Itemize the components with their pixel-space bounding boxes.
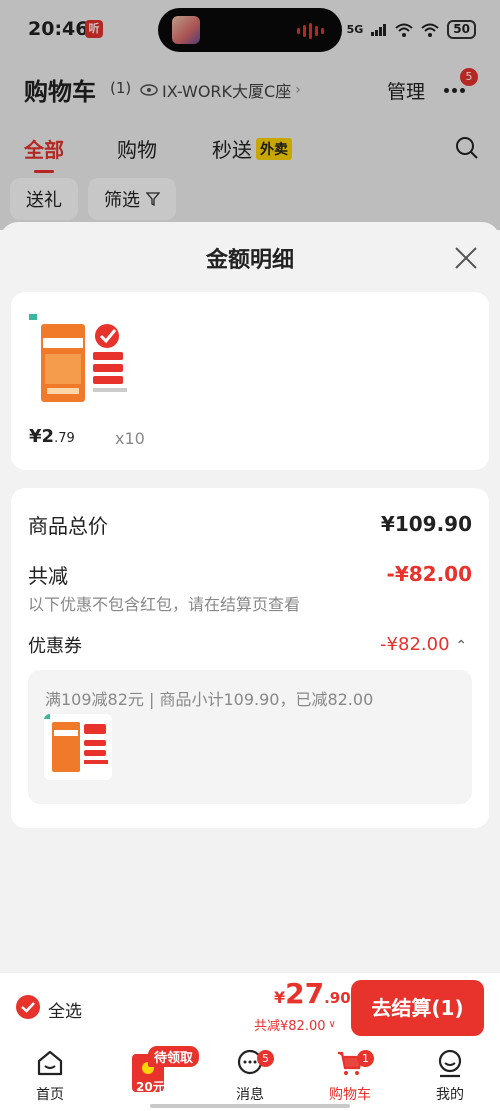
nav-messages-label: 消息 (236, 1087, 264, 1103)
check-icon (21, 1002, 35, 1013)
nav-home-label: 首页 (36, 1087, 64, 1103)
product-card: ¥2.79 x10 (11, 292, 489, 470)
discount-text: 共减¥82.00 (254, 1019, 326, 1034)
checkout-button[interactable]: 去结算(1) (351, 980, 484, 1036)
nav-home[interactable]: 首页 (10, 1048, 90, 1104)
messages-badge: 5 (257, 1050, 274, 1067)
coupon-description: 满109减82元 | 商品小计109.90，已减82.00 (45, 690, 374, 709)
total-main: 27 (285, 977, 325, 1010)
coupon-detail: 满109减82元 | 商品小计109.90，已减82.00 (28, 670, 472, 804)
reduce-value: -¥82.00 (386, 562, 472, 586)
nav-messages[interactable]: 消息 5 (210, 1048, 290, 1104)
total-decimal: .90 (324, 989, 351, 1007)
nav-me[interactable]: 我的 (410, 1048, 490, 1104)
promo-amount: 20元 (136, 1080, 165, 1094)
profile-icon (438, 1049, 462, 1078)
reduce-label: 共减 (28, 564, 68, 588)
product-image[interactable] (29, 314, 139, 414)
quantity: x10 (115, 429, 145, 448)
price-detail-sheet: 金额明细 ¥2.79 x10 商品总价 ¥109.90 共减 -¥82.00 以… (0, 222, 500, 982)
price-breakdown-card: 商品总价 ¥109.90 共减 -¥82.00 以下优惠不包含红包，请在结算页查… (11, 488, 489, 828)
select-all-label[interactable]: 全选 (48, 997, 82, 1022)
unit-price-decimal: .79 (54, 431, 75, 446)
total-label: 商品总价 (28, 514, 108, 538)
checkout-bar: 全选 ¥27.90 共减¥82.00 ∨ 去结算(1) (0, 972, 500, 1042)
home-icon (37, 1050, 63, 1076)
coupon-label: 优惠券 (28, 636, 82, 657)
coupon-product-image (44, 714, 112, 780)
home-indicator[interactable] (150, 1104, 350, 1108)
cart-badge: 1 (357, 1050, 374, 1067)
promo-tag: 待领取 (148, 1046, 200, 1067)
sheet-title: 金额明细 (205, 248, 294, 273)
close-icon[interactable] (452, 244, 480, 272)
chevron-down-icon: ∨ (328, 1019, 336, 1030)
reduce-note: 以下优惠不包含红包，请在结算页查看 (28, 595, 301, 614)
total-value: ¥109.90 (380, 512, 472, 536)
coupon-toggle[interactable]: -¥82.00 ⌃ (380, 634, 467, 655)
chevron-up-icon: ⌃ (455, 638, 467, 654)
unit-price: ¥2.79 (29, 426, 75, 447)
nav-me-label: 我的 (436, 1087, 464, 1103)
discount-toggle[interactable]: 共减¥82.00 ∨ (254, 1015, 336, 1034)
bottom-nav: 首页 20元 待领取 消息 5 购物车 1 我的 (0, 1042, 500, 1111)
coupon-value: -¥82.00 (380, 634, 450, 655)
unit-price-main: ¥2 (29, 426, 55, 447)
nav-cart-label: 购物车 (329, 1087, 371, 1103)
total-price: ¥27.90 (274, 977, 351, 1010)
select-all-checkbox[interactable] (16, 995, 40, 1019)
nav-cart[interactable]: 购物车 1 (310, 1048, 390, 1104)
modal-backdrop[interactable] (0, 0, 500, 230)
total-currency: ¥ (274, 988, 286, 1007)
